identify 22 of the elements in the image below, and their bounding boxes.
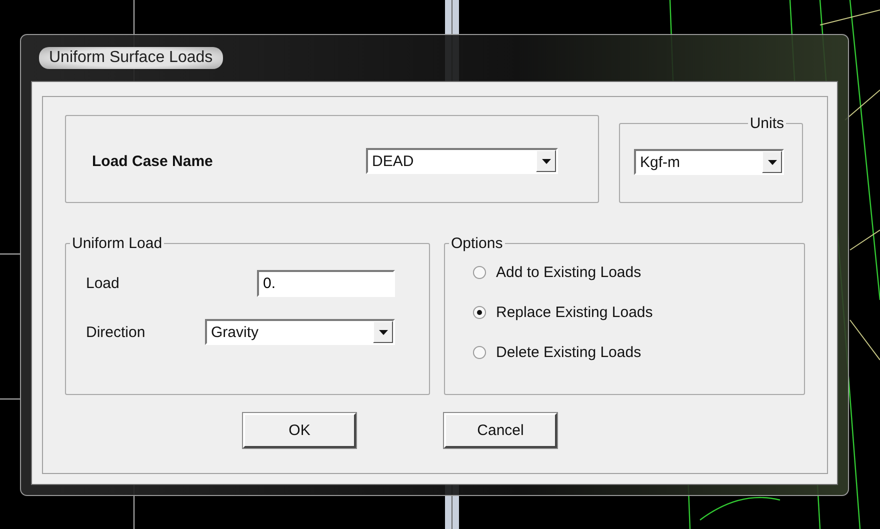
radio-button[interactable] — [473, 306, 486, 319]
dropdown[interactable]: DEAD — [366, 148, 558, 174]
radio-button[interactable] — [473, 346, 486, 359]
input-field[interactable]: 0. — [257, 270, 395, 297]
field-label: Direction — [86, 324, 146, 340]
caret-icon[interactable] — [536, 150, 556, 172]
dropdown[interactable]: Gravity — [205, 319, 395, 345]
radio-label[interactable]: Replace Existing Loads — [496, 304, 653, 321]
group-legend: Options — [449, 235, 505, 252]
radio-button[interactable] — [473, 266, 486, 279]
caret-icon[interactable] — [373, 321, 393, 343]
field-label: Load — [86, 275, 120, 292]
caret-icon[interactable] — [762, 151, 782, 173]
window-title: Uniform Surface Loads — [39, 47, 223, 69]
group-legend: Units — [748, 115, 786, 132]
radio-label[interactable]: Delete Existing Loads — [496, 344, 642, 361]
cancel-button[interactable]: Cancel — [444, 413, 557, 448]
radio-label[interactable]: Add to Existing Loads — [496, 264, 642, 281]
group-legend: Uniform Load — [70, 235, 164, 252]
ok-button[interactable]: OK — [243, 413, 356, 448]
field-label: Load Case Name — [92, 152, 213, 170]
dropdown[interactable]: Kgf-m — [634, 149, 784, 175]
